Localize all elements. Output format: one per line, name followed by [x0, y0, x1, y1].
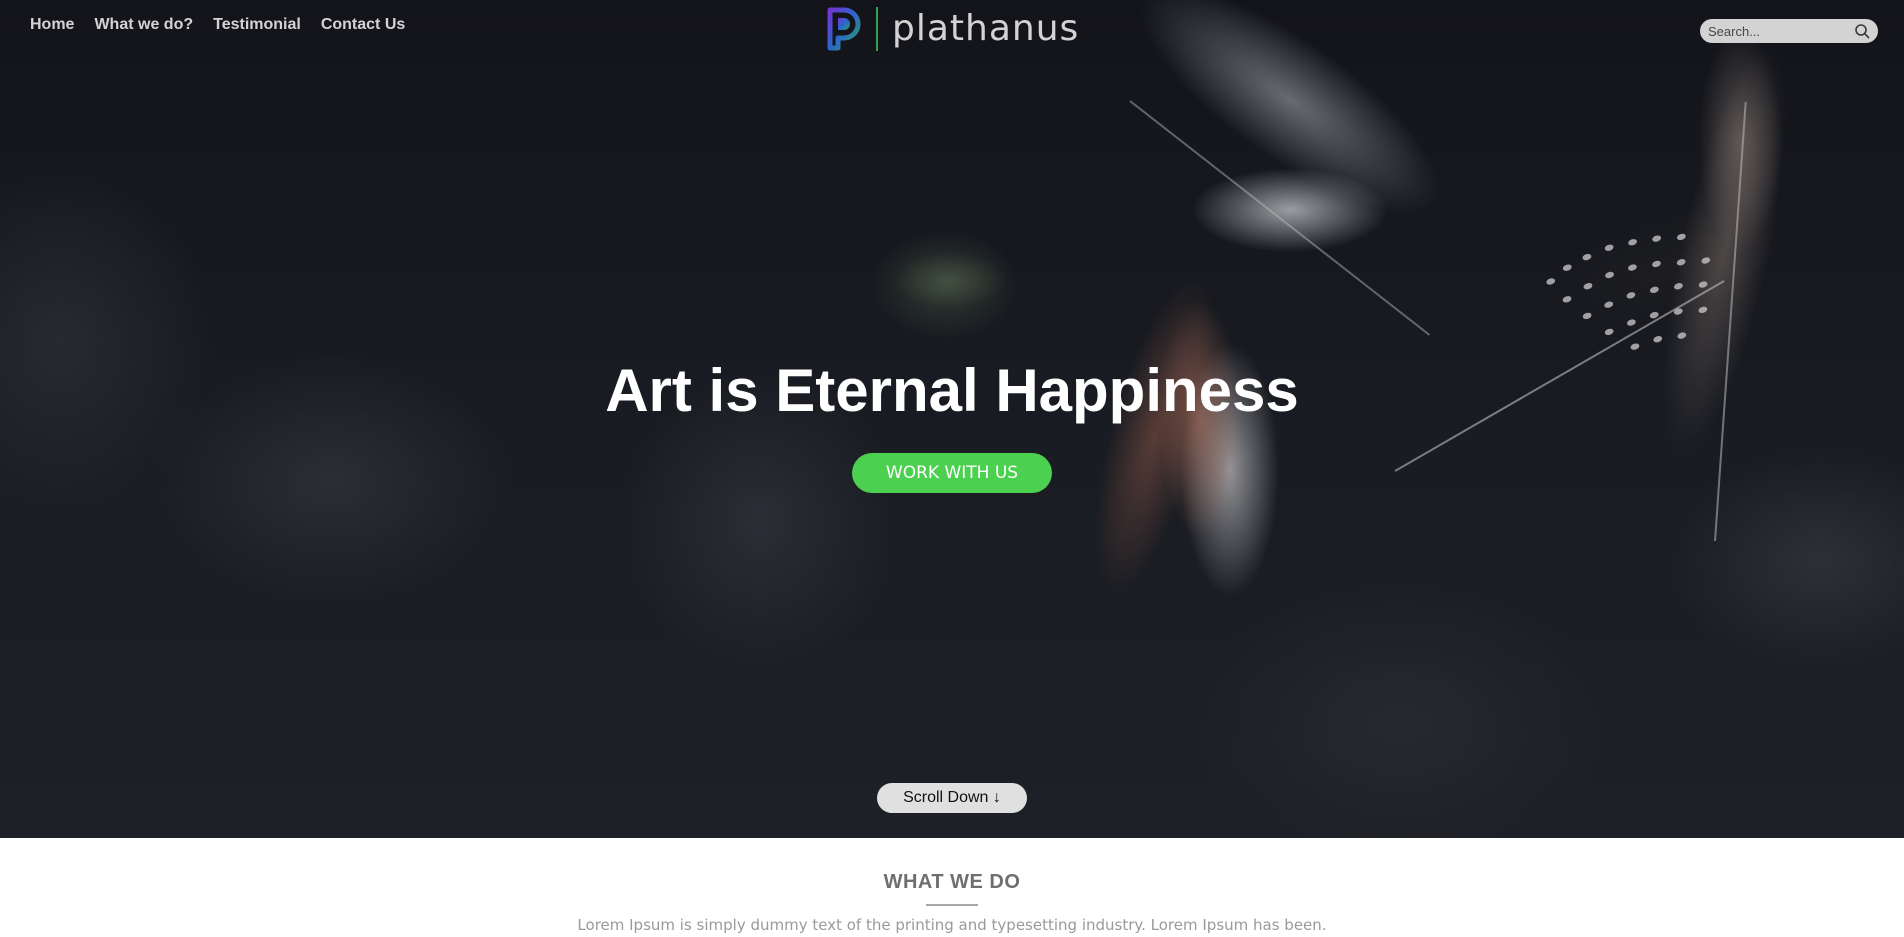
hero-quill — [1714, 102, 1747, 542]
brand-name: plathanus — [892, 8, 1080, 49]
hero-feather-dark — [1529, 168, 1811, 362]
brand-logo[interactable]: plathanus — [826, 6, 1079, 52]
section-description: Lorem Ipsum is simply dummy text of the … — [577, 916, 1327, 934]
search-input[interactable] — [1708, 23, 1848, 39]
search-box — [1700, 19, 1878, 43]
work-with-us-button[interactable]: WORK WITH US — [852, 453, 1052, 493]
hero-headline: Art is Eternal Happiness — [605, 357, 1299, 424]
logo-mark-icon — [827, 7, 861, 51]
nav-home-link[interactable]: Home — [30, 16, 74, 34]
what-we-do-section: WHAT WE DO Lorem Ipsum is simply dummy t… — [0, 838, 1904, 937]
section-divider — [926, 904, 978, 906]
nav-testimonial-link[interactable]: Testimonial — [213, 16, 301, 34]
logo-separator — [876, 7, 878, 51]
nav-what-we-do-link[interactable]: What we do? — [94, 16, 193, 34]
hero-feather-orange — [1068, 263, 1242, 607]
hero-quill — [1129, 100, 1431, 336]
search-icon[interactable] — [1854, 23, 1870, 39]
nav-contact-us-link[interactable]: Contact Us — [321, 16, 405, 34]
hero-feather-white — [1108, 0, 1472, 253]
hero-feather-peacock — [870, 230, 1020, 340]
main-nav: Home What we do? Testimonial Contact Us — [30, 16, 405, 34]
section-title: WHAT WE DO — [883, 871, 1021, 893]
scroll-down-button[interactable]: Scroll Down ↓ — [877, 783, 1027, 813]
hero-section: Home What we do? Testimonial Contact Us … — [0, 0, 1904, 838]
